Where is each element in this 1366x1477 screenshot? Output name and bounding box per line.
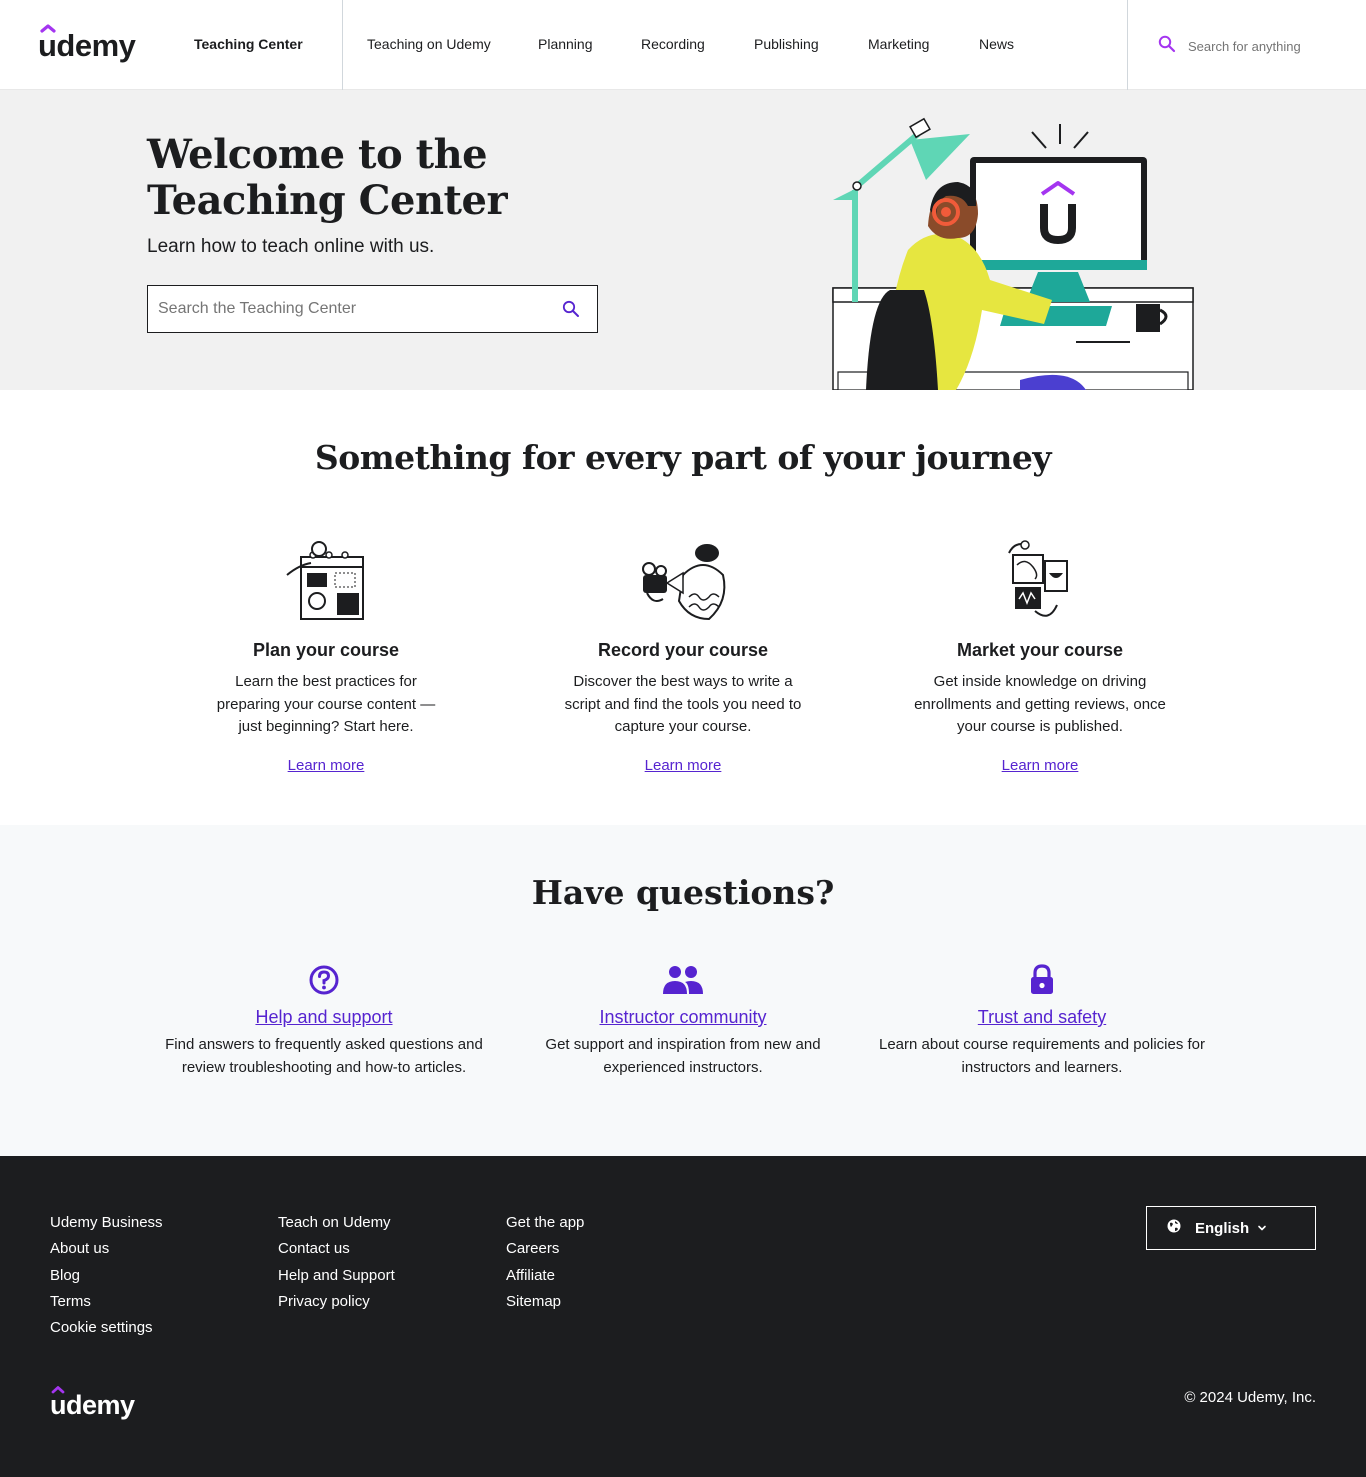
nav-teaching-on-udemy[interactable]: Teaching on Udemy <box>367 36 491 52</box>
hero-banner: Welcome to the Teaching Center Learn how… <box>0 90 1366 390</box>
trust-safety-column: Trust and safety Learn about course requ… <box>876 963 1208 1079</box>
nav-news[interactable]: News <box>979 36 1014 52</box>
plan-learn-more-link[interactable]: Learn more <box>288 757 365 774</box>
teaching-center-link[interactable]: Teaching Center <box>194 36 303 52</box>
header-divider <box>1127 0 1128 90</box>
chevron-down-icon <box>1257 1223 1267 1233</box>
copyright-text: © 2024 Udemy, Inc. <box>1184 1389 1316 1406</box>
hero-title-line2: Teaching Center <box>147 177 508 224</box>
teaching-center-search-input[interactable] <box>158 300 551 318</box>
header-search-input[interactable] <box>1188 38 1338 54</box>
camera-recording-icon <box>523 530 843 630</box>
plan-course-card: Plan your course Learn the best practice… <box>166 530 486 775</box>
footer-link-get-the-app[interactable]: Get the app <box>506 1210 584 1236</box>
footer-link-contact-us[interactable]: Contact us <box>278 1236 395 1262</box>
logo-wordmark: udemy <box>38 28 137 63</box>
trust-safety-link[interactable]: Trust and safety <box>876 1007 1208 1028</box>
header-search[interactable] <box>1158 34 1338 58</box>
card-title: Record your course <box>597 640 769 660</box>
hero-title: Welcome to the Teaching Center <box>147 131 508 224</box>
footer-link-careers[interactable]: Careers <box>506 1236 584 1262</box>
calendar-planning-icon <box>166 530 486 630</box>
nav-planning[interactable]: Planning <box>538 36 593 52</box>
search-icon[interactable] <box>1158 35 1176 58</box>
instructor-at-computer-illustration <box>830 110 1200 390</box>
footer-link-affiliate[interactable]: Affiliate <box>506 1263 584 1289</box>
instructor-community-column: Instructor community Get support and ins… <box>528 963 838 1079</box>
help-support-description: Find answers to frequently asked questio… <box>165 1036 483 1076</box>
udemy-footer-logo[interactable]: udemy <box>50 1384 142 1427</box>
nav-marketing[interactable]: Marketing <box>868 36 929 52</box>
instructor-community-link[interactable]: Instructor community <box>528 1007 838 1028</box>
market-learn-more-link[interactable]: Learn more <box>1002 757 1079 774</box>
questions-section: Have questions? Help and support Find an… <box>0 825 1366 1156</box>
footer-column-2: Teach on Udemy Contact us Help and Suppo… <box>278 1210 395 1315</box>
card-description: Get inside knowledge on driving enrollme… <box>914 673 1166 735</box>
footer-link-help-and-support[interactable]: Help and Support <box>278 1263 395 1289</box>
globe-icon <box>1167 1219 1181 1237</box>
market-course-card: Market your course Get inside knowledge … <box>880 530 1200 775</box>
language-selector-button[interactable]: English <box>1146 1206 1316 1250</box>
nav-publishing[interactable]: Publishing <box>754 36 819 52</box>
journey-section-title: Something for every part of your journey <box>314 438 1052 477</box>
hero-title-line1: Welcome to the <box>147 131 488 178</box>
footer-link-terms[interactable]: Terms <box>50 1289 163 1315</box>
footer-link-blog[interactable]: Blog <box>50 1263 163 1289</box>
questions-title: Have questions? <box>531 873 835 912</box>
footer-link-privacy-policy[interactable]: Privacy policy <box>278 1289 395 1315</box>
footer-column-3: Get the app Careers Affiliate Sitemap <box>506 1210 584 1315</box>
card-title: Plan your course <box>252 640 400 660</box>
footer-column-1: Udemy Business About us Blog Terms Cooki… <box>50 1210 163 1341</box>
udemy-logo[interactable]: udemy <box>38 22 142 69</box>
record-course-card: Record your course Discover the best way… <box>523 530 843 775</box>
help-support-column: Help and support Find answers to frequen… <box>160 963 488 1079</box>
help-support-link[interactable]: Help and support <box>160 1007 488 1028</box>
footer-link-cookie-settings[interactable]: Cookie settings <box>50 1315 163 1341</box>
instructor-community-description: Get support and inspiration from new and… <box>545 1036 821 1076</box>
card-title: Market your course <box>956 640 1124 660</box>
marketing-collage-icon <box>880 530 1200 630</box>
footer-link-teach-on-udemy[interactable]: Teach on Udemy <box>278 1210 395 1236</box>
language-label: English <box>1195 1219 1250 1237</box>
hero-subtitle: Learn how to teach online with us. <box>147 236 435 257</box>
nav-recording[interactable]: Recording <box>641 36 705 52</box>
site-footer: Udemy Business About us Blog Terms Cooki… <box>0 1156 1366 1477</box>
card-description: Discover the best ways to write a script… <box>564 673 802 735</box>
record-learn-more-link[interactable]: Learn more <box>645 757 722 774</box>
footer-link-about-us[interactable]: About us <box>50 1236 163 1262</box>
lock-icon <box>876 963 1208 997</box>
footer-link-udemy-business[interactable]: Udemy Business <box>50 1210 163 1236</box>
trust-safety-description: Learn about course requirements and poli… <box>878 1036 1206 1076</box>
footer-link-sitemap[interactable]: Sitemap <box>506 1289 584 1315</box>
search-icon[interactable] <box>551 289 591 329</box>
header-divider <box>342 0 343 90</box>
teaching-center-search[interactable] <box>147 285 598 333</box>
question-circle-icon <box>160 963 488 997</box>
people-icon <box>528 963 838 997</box>
card-description: Learn the best practices for preparing y… <box>216 673 436 735</box>
site-header: udemy Teaching Center Teaching on Udemy … <box>0 0 1366 90</box>
footer-logo-wordmark: udemy <box>50 1390 135 1420</box>
